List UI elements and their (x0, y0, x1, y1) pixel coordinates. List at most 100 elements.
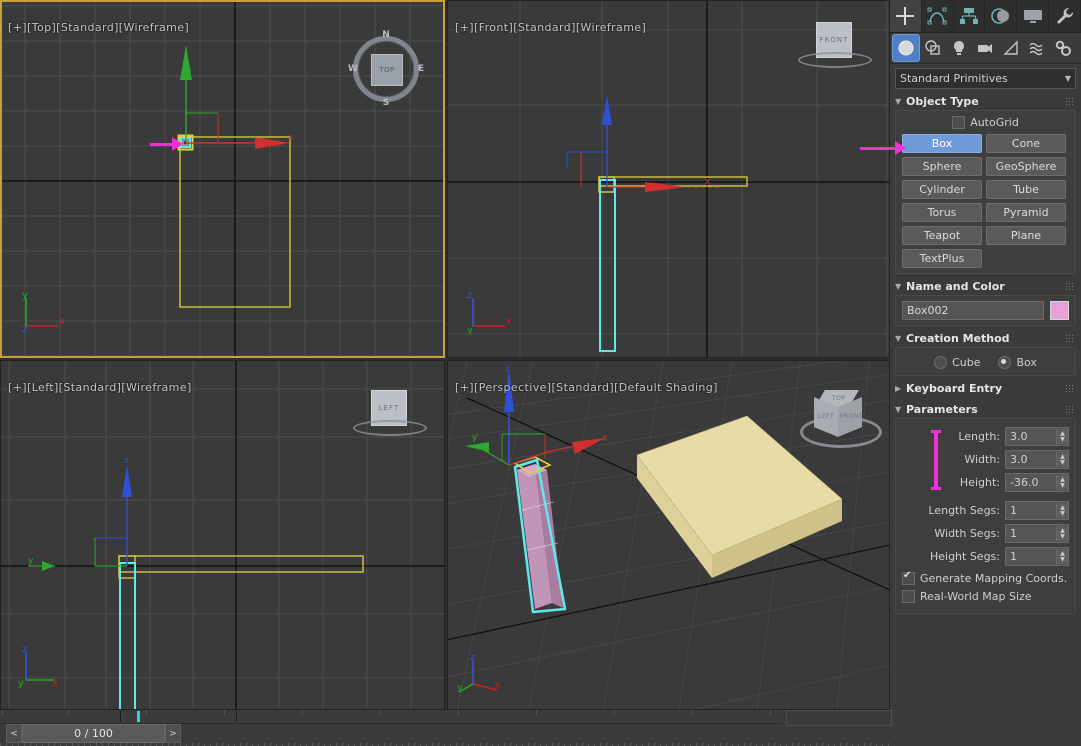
category-lights[interactable] (946, 35, 972, 61)
helper-icon (1002, 39, 1020, 57)
rollout-object-type-header[interactable]: ▼ Object Type (895, 93, 1076, 110)
param-height-spinner[interactable]: -36.0 ▲▼ (1005, 473, 1069, 492)
triangle-down-icon: ▼ (895, 335, 906, 343)
triangle-right-icon: ▶ (895, 385, 906, 393)
viewcube-left[interactable]: LEFT (353, 388, 423, 440)
grip-icon (1065, 97, 1074, 105)
light-bulb-icon (950, 39, 968, 57)
plus-icon (894, 5, 916, 27)
spinner-arrows-icon[interactable]: ▲▼ (1056, 503, 1068, 518)
param-width-segs-value: 1 (1006, 527, 1056, 540)
param-height-label: Height: (960, 476, 1000, 489)
next-frame-button[interactable]: > (165, 724, 181, 743)
object-button-cylinder[interactable]: Cylinder (902, 180, 982, 199)
time-slider-control: < 0 / 100 > (6, 725, 181, 742)
category-helpers[interactable] (998, 35, 1024, 61)
triangle-down-icon: ▼ (895, 283, 906, 291)
param-width-segs-spinner[interactable]: 1 ▲▼ (1005, 524, 1069, 543)
spinner-arrows-icon[interactable]: ▲▼ (1056, 475, 1068, 490)
tab-create[interactable] (890, 0, 922, 32)
svg-text:z: z (470, 653, 475, 663)
category-space-warps[interactable] (1024, 35, 1050, 61)
param-length-spinner[interactable]: 3.0 ▲▼ (1005, 427, 1069, 446)
object-button-plane[interactable]: Plane (986, 226, 1066, 245)
param-height-segs: Height Segs: 1 ▲▼ (902, 547, 1069, 566)
axis-tripod-left: z y x (18, 644, 64, 688)
generate-mapping-coords-checkbox[interactable]: Generate Mapping Coords. (902, 572, 1069, 585)
viewport-left[interactable]: y z z y x LEFT [+][Left][Standard][Wiref… (0, 360, 445, 710)
rollout-name-and-color-title: Name and Color (906, 280, 1005, 293)
param-length: Length: 3.0 ▲▼ (902, 427, 1069, 446)
tab-modify[interactable] (922, 0, 954, 32)
rollout-parameters-header[interactable]: ▼ Parameters (895, 401, 1076, 418)
spinner-arrows-icon[interactable]: ▲▼ (1056, 452, 1068, 467)
compass-north: N (382, 30, 390, 40)
tab-hierarchy[interactable] (954, 0, 986, 32)
viewport-front[interactable]: x x z y FRONT [+][Front][Standard][Wiref… (447, 0, 890, 358)
generate-mapping-coords-box (902, 572, 915, 585)
viewcube-top-label: TOP (832, 395, 846, 402)
viewport-left-label[interactable]: [+][Left][Standard][Wireframe] (8, 381, 192, 394)
object-button-textplus[interactable]: TextPlus (902, 249, 982, 268)
spinner-arrows-icon[interactable]: ▲▼ (1056, 429, 1068, 444)
param-length-segs-spinner[interactable]: 1 ▲▼ (1005, 501, 1069, 520)
viewport-perspective-label[interactable]: [+][Perspective][Standard][Default Shadi… (455, 381, 718, 394)
viewport-top[interactable]: x x y z TOP N E S W (0, 0, 445, 358)
command-panel-tabs (890, 0, 1081, 33)
viewport-perspective[interactable]: z x y z x y (447, 360, 890, 710)
svg-text:x: x (705, 177, 711, 187)
object-color-swatch[interactable] (1050, 301, 1069, 320)
viewcube-compass-top[interactable]: TOP N E S W (349, 32, 423, 106)
axis-tripod-top: x y z (18, 290, 64, 334)
track-bar-time-slider[interactable] (120, 711, 121, 722)
rollout-name-and-color-header[interactable]: ▼ Name and Color (895, 278, 1076, 295)
tab-display[interactable] (1017, 0, 1049, 32)
spinner-arrows-icon[interactable]: ▲▼ (1056, 526, 1068, 541)
category-systems[interactable] (1050, 35, 1076, 61)
bottom-bar: < 0 / 100 > (0, 710, 890, 736)
rollout-keyboard-entry-header[interactable]: ▶ Keyboard Entry (895, 380, 1076, 397)
track-bar-key[interactable] (137, 711, 140, 722)
track-bar[interactable] (0, 710, 782, 724)
object-button-sphere[interactable]: Sphere (902, 157, 982, 176)
svg-text:y: y (457, 683, 463, 693)
category-shapes[interactable] (920, 35, 946, 61)
spinner-arrows-icon[interactable]: ▲▼ (1056, 549, 1068, 564)
category-cameras[interactable] (972, 35, 998, 61)
viewcube-front[interactable]: FRONT (798, 20, 868, 72)
object-button-pyramid[interactable]: Pyramid (986, 203, 1066, 222)
autogrid-checkbox[interactable]: AutoGrid (952, 116, 1019, 129)
app-window: x x y z TOP N E S W (0, 0, 1081, 736)
current-frame-display[interactable]: 0 / 100 (22, 724, 165, 743)
viewcube-face-label: TOP (372, 55, 402, 85)
rollout-object-type-body: AutoGrid Box Cone Sphere GeoSphere Cylin… (895, 110, 1076, 274)
viewport-front-label[interactable]: [+][Front][Standard][Wireframe] (455, 21, 646, 34)
generate-mapping-coords-label: Generate Mapping Coords. (920, 572, 1067, 585)
creation-method-box[interactable]: Box (998, 356, 1036, 369)
object-button-teapot[interactable]: Teapot (902, 226, 982, 245)
svg-text:y: y (28, 556, 34, 566)
tab-utilities[interactable] (1049, 0, 1081, 32)
object-button-tube[interactable]: Tube (986, 180, 1066, 199)
category-geometry[interactable] (892, 34, 920, 62)
object-button-torus[interactable]: Torus (902, 203, 982, 222)
object-name-input[interactable]: Box002 (902, 301, 1044, 320)
primitive-category-dropdown[interactable]: Standard Primitives ▼ (895, 68, 1076, 89)
rollout-name-and-color: ▼ Name and Color Box002 (895, 278, 1076, 326)
param-width-spinner[interactable]: 3.0 ▲▼ (1005, 450, 1069, 469)
real-world-map-size-checkbox[interactable]: Real-World Map Size (902, 590, 1069, 603)
prev-frame-button[interactable]: < (6, 724, 22, 743)
creation-method-cube[interactable]: Cube (934, 356, 980, 369)
viewcube-face[interactable]: TOP (371, 54, 403, 86)
viewcube-perspective[interactable]: TOP LEFT FRONT (800, 388, 876, 450)
viewport-top-label[interactable]: [+][Top][Standard][Wireframe] (8, 21, 189, 34)
track-bar-right-panel (786, 710, 892, 726)
object-button-box[interactable]: Box (902, 134, 982, 153)
rollout-creation-method-header[interactable]: ▼ Creation Method (895, 330, 1076, 347)
object-button-cone[interactable]: Cone (986, 134, 1066, 153)
object-button-geosphere[interactable]: GeoSphere (986, 157, 1066, 176)
tab-motion[interactable] (985, 0, 1017, 32)
viewcube-disc (798, 52, 872, 68)
param-height-segs-spinner[interactable]: 1 ▲▼ (1005, 547, 1069, 566)
param-width-label: Width: (964, 453, 1000, 466)
